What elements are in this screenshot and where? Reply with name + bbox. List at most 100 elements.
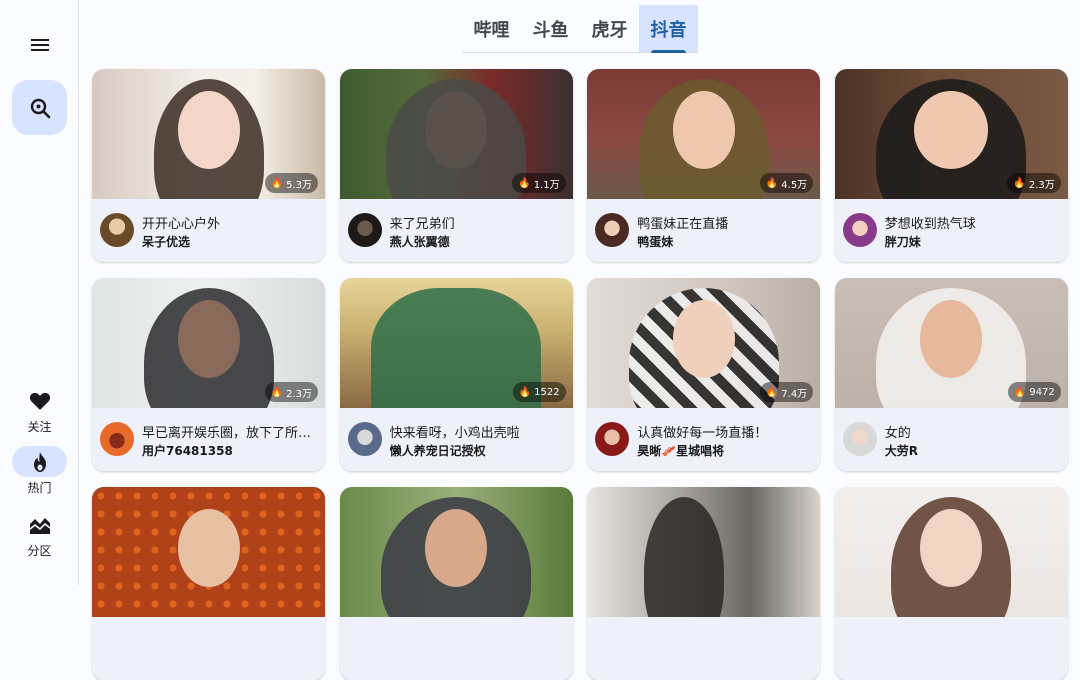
flame-icon: 🔥 [1013, 386, 1027, 398]
anchor-name: 大劳R [884, 444, 919, 458]
thumbnail-face [914, 91, 989, 169]
flame-icon: 🔥 [270, 177, 284, 189]
room-info: 早已离开娱乐圈，放下了所有... 用户76481358 [92, 408, 325, 471]
room-title: 快来看呀，小鸡出壳啦 [389, 426, 520, 441]
live-room-card[interactable] [339, 487, 573, 680]
flame-icon [33, 451, 46, 472]
room-thumbnail: 🔥 1522 [339, 278, 573, 408]
avatar [842, 422, 877, 456]
thumbnail-face [177, 509, 240, 587]
room-thumbnail: 🔥 5.3万 [92, 69, 325, 199]
nav-pill-hot [12, 446, 67, 477]
search-icon [30, 98, 50, 118]
live-room-card[interactable] [92, 487, 325, 680]
viewer-count-badge: 🔥 4.5万 [759, 173, 814, 193]
room-title: 鸭蛋妹正在直播 [637, 217, 729, 232]
thumbnail-face [920, 300, 983, 378]
nav-label-follow: 关注 [27, 420, 52, 434]
anchor-name: 用户76481358 [142, 444, 233, 458]
avatar [100, 422, 134, 456]
live-room-card[interactable]: 🔥 2.3万 早已离开娱乐圈，放下了所有... 用户76481358 [92, 278, 325, 471]
live-room-card[interactable]: 🔥 4.5万 鸭蛋妹正在直播 鸭蛋妹 [587, 69, 821, 262]
live-room-card[interactable]: 🔥 5.3万 开开心心户外 呆子优选 [92, 69, 325, 262]
live-room-card[interactable] [834, 487, 1068, 680]
menu-button[interactable] [25, 32, 55, 58]
viewer-count-badge: 🔥 1.1万 [512, 173, 566, 193]
room-thumbnail: 🔥 2.3万 [834, 69, 1068, 199]
room-title: 认真做好每一场直播！ [637, 426, 768, 441]
room-title: 梦想收到热气球 [884, 217, 976, 232]
thumbnail-face [177, 91, 240, 169]
category-icon [29, 517, 50, 534]
room-title: 来了兄弟们 [389, 217, 455, 232]
tab-douyu[interactable]: 斗鱼 [521, 5, 580, 52]
viewer-count: 1522 [534, 386, 560, 398]
room-thumbnail [339, 487, 573, 617]
room-thumbnail [587, 487, 821, 617]
live-room-grid: 🔥 5.3万 开开心心户外 呆子优选 🔥 1.1万 来了兄弟们 燕人张翼德 🔥 4.5… [92, 69, 1068, 680]
tab-huya[interactable]: 虎牙 [580, 5, 639, 52]
live-room-card[interactable]: 🔥 7.4万 认真做好每一场直播！ 昊晰🥓星城唱将 [587, 278, 821, 471]
live-room-card[interactable]: 🔥 1522 快来看呀，小鸡出壳啦 懒人养宠日记授权 [339, 278, 573, 471]
anchor-name: 昊晰🥓星城唱将 [637, 444, 725, 458]
room-thumbnail: 🔥 2.3万 [92, 278, 325, 408]
viewer-count-badge: 🔥 2.3万 [264, 382, 318, 402]
flame-icon: 🔥 [518, 386, 532, 398]
thumbnail-face [425, 91, 488, 169]
thumbnail-face [672, 300, 735, 378]
thumbnail-figure [643, 497, 724, 617]
flame-icon: 🔥 [270, 386, 284, 398]
thumbnail-face [672, 91, 735, 169]
viewer-count: 1.1万 [533, 179, 560, 191]
viewer-count-badge: 🔥 7.4万 [759, 382, 814, 402]
room-info: 开开心心户外 呆子优选 [92, 199, 325, 262]
nav-label-hot: 热门 [27, 481, 52, 495]
room-info: 来了兄弟们 燕人张翼德 [340, 199, 573, 262]
live-room-card[interactable] [587, 487, 821, 680]
live-room-card[interactable]: 🔥 2.3万 梦想收到热气球 胖刀妹 [834, 69, 1068, 262]
nav-item-category[interactable]: 分区 [0, 509, 79, 559]
avatar [100, 213, 134, 247]
room-info: 女的 大劳R [835, 408, 1068, 471]
avatar [842, 213, 877, 247]
room-title: 开开心心户外 [142, 217, 221, 232]
room-info: 梦想收到热气球 胖刀妹 [835, 199, 1068, 262]
room-thumbnail: 🔥 4.5万 [587, 69, 821, 199]
flame-icon: 🔥 [518, 177, 531, 189]
anchor-name: 呆子优选 [142, 235, 191, 249]
nav-item-follow[interactable]: 关注 [0, 385, 79, 435]
nav-item-hot[interactable]: 热门 [0, 446, 79, 496]
room-thumbnail: 🔥 7.4万 [587, 278, 821, 408]
room-info: 鸭蛋妹正在直播 鸭蛋妹 [587, 199, 820, 262]
live-room-card[interactable]: 🔥 1.1万 来了兄弟们 燕人张翼德 [339, 69, 573, 262]
room-info: 认真做好每一场直播！ 昊晰🥓星城唱将 [587, 408, 820, 471]
platform-tabs: 哔哩 斗鱼 虎牙 抖音 [462, 5, 698, 53]
anchor-name: 燕人张翼德 [389, 235, 450, 249]
avatar [595, 422, 630, 456]
room-title: 女的 [884, 426, 911, 441]
viewer-count: 7.4万 [781, 388, 808, 400]
room-info: 快来看呀，小鸡出壳啦 懒人养宠日记授权 [340, 408, 573, 471]
menu-icon [31, 39, 49, 51]
room-thumbnail: 🔥 9472 [834, 278, 1068, 408]
viewer-count-badge: 🔥 9472 [1007, 382, 1061, 402]
anchor-name: 懒人养宠日记授权 [389, 444, 486, 458]
thumbnail-face [920, 509, 983, 587]
flame-icon: 🔥 [765, 386, 779, 398]
nav-pill-category [12, 509, 67, 540]
thumbnail-face [425, 509, 488, 587]
nav-label-category: 分区 [27, 544, 52, 558]
tab-bilibili[interactable]: 哔哩 [462, 5, 521, 52]
thumbnail-face [177, 300, 240, 378]
viewer-count-badge: 🔥 5.3万 [264, 173, 318, 193]
viewer-count: 9472 [1029, 386, 1055, 398]
viewer-count: 5.3万 [286, 179, 312, 191]
live-room-card[interactable]: 🔥 9472 女的 大劳R [834, 278, 1068, 471]
room-thumbnail [834, 487, 1068, 617]
search-button[interactable] [12, 80, 67, 135]
tab-douyin[interactable]: 抖音 [639, 5, 698, 53]
viewer-count-badge: 🔥 2.3万 [1007, 173, 1061, 193]
navigation-rail: 关注 热门 分区 [0, 0, 79, 585]
viewer-count: 2.3万 [286, 388, 312, 400]
avatar [595, 213, 630, 247]
